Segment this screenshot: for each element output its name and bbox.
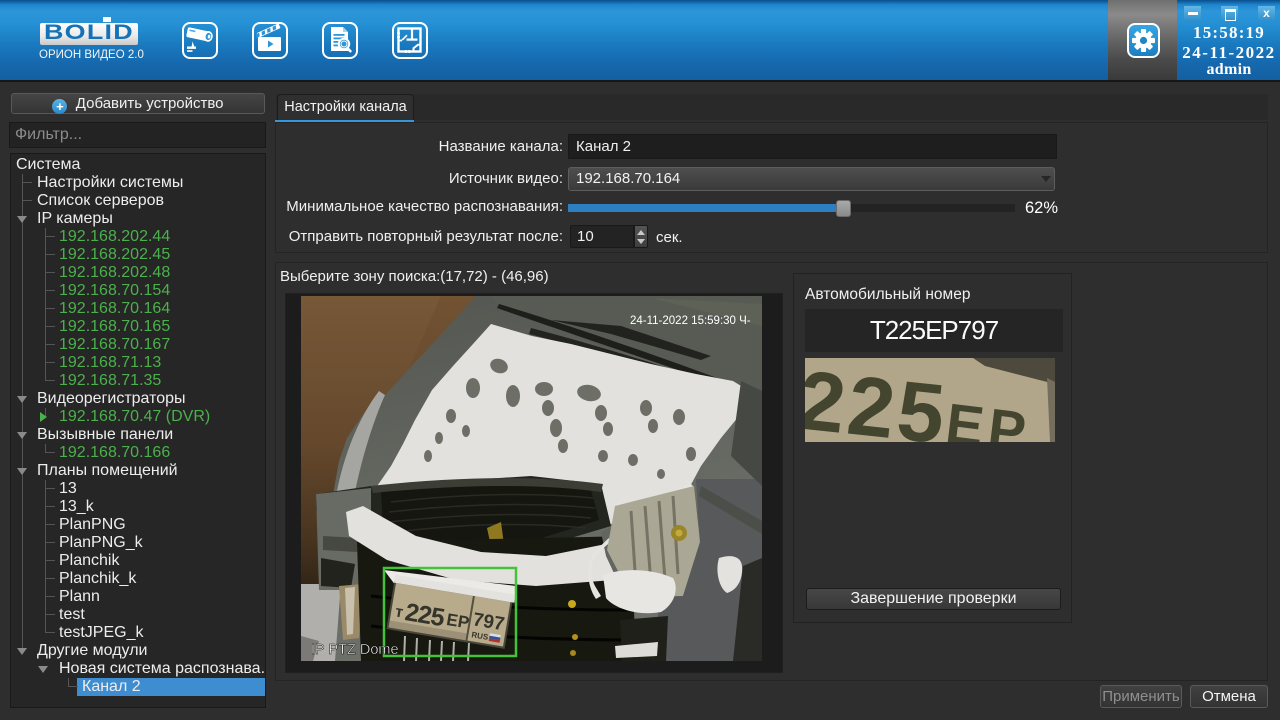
svg-text:ЕР: ЕР	[445, 610, 471, 632]
svg-text:24-11-2022 15:59:30 Ч-: 24-11-2022 15:59:30 Ч-	[630, 315, 751, 327]
svg-text:ЕР: ЕР	[943, 391, 1035, 442]
svg-text:IP PTZ Dome: IP PTZ Dome	[311, 642, 399, 658]
svg-text:225: 225	[805, 358, 952, 442]
